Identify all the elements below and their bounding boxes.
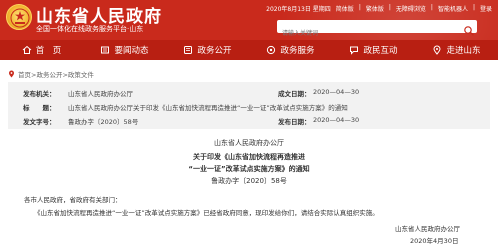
nav-label: 政民互动 [363, 46, 398, 56]
separator: | [430, 4, 433, 11]
doc-issuer: 山东省人民政府办公厅 [214, 139, 284, 147]
nav-label: 政务公开 [197, 46, 232, 56]
docno-label: 发文字号： [23, 118, 56, 126]
breadcrumb-text[interactable]: 首页>政务公开>政策文件 [18, 69, 94, 79]
location-icon [433, 45, 441, 55]
title-value: 山东省人民政府办公厅关于印发《山东省加快流程再造推进“一业一证”改革试点实施方案… [68, 104, 348, 112]
top-links: 2020年8月13日 星期四 简体版 | 繁体版 | 无障碍浏览 | 智能机器人… [266, 4, 492, 13]
separator: | [388, 4, 391, 11]
doc-title-line1: 关于印发《山东省加快流程再造推进 [193, 153, 305, 161]
nav-service[interactable]: 政务服务 [249, 40, 332, 60]
breadcrumb: 首页>政务公开>政策文件 [8, 69, 94, 79]
nav-label: 走进山东 [446, 46, 481, 56]
location-marker-icon [9, 70, 14, 78]
nav-public[interactable]: 政务公开 [166, 40, 249, 60]
national-emblem-icon [6, 4, 32, 30]
pubdate-label: 发布日期： [278, 118, 311, 126]
docno-value: 鲁政办字〔2020〕58号 [68, 118, 139, 126]
nav-label: 政务服务 [280, 46, 315, 56]
service-icon [267, 45, 276, 55]
doc-title-line2: “一业一证”改革试点实施方案》的通知 [188, 165, 310, 173]
nav-shandong[interactable]: 走进山东 [415, 40, 498, 60]
link-simplified[interactable]: 简体版 [336, 4, 354, 13]
nav-label: 要闻动态 [114, 46, 149, 56]
search-input[interactable] [277, 27, 457, 40]
doc-salutation: 各市人民政府，省政府有关部门： [24, 196, 122, 204]
site-subtitle: 全国一体化在线政务服务平台·山东 [36, 25, 144, 33]
document-info-table: 发布机关： 山东省人民政府办公厅 成文日期： 2020—04—30 标 题： 山… [8, 82, 490, 129]
doc-paragraph: 《山东省加快流程再造推进“一业一证”改革试点实施方案》已经省政府同意，现印发给你… [34, 209, 379, 217]
doc-sign-org: 山东省人民政府办公厅 [395, 225, 460, 233]
search-box [277, 20, 477, 40]
title-label: 标 题： [23, 104, 56, 112]
separator: | [358, 4, 361, 11]
nav-interaction[interactable]: 政民互动 [332, 40, 415, 60]
current-date: 2020年8月13日 星期四 [266, 6, 331, 13]
search-icon[interactable] [463, 21, 475, 36]
site-header: 山东省人民政府 全国一体化在线政务服务平台·山东 2020年8月13日 星期四 … [0, 0, 498, 40]
link-traditional[interactable]: 繁体版 [366, 4, 384, 13]
document-body: 山东省人民政府办公厅 关于印发《山东省加快流程再造推进 “一业一证”改革试点实施… [0, 134, 498, 244]
separator: | [472, 4, 475, 11]
home-icon [22, 45, 32, 54]
interaction-icon [350, 46, 359, 55]
link-robot[interactable]: 智能机器人 [438, 4, 468, 13]
issuer-label: 发布机关： [23, 90, 56, 98]
link-accessibility[interactable]: 无障碍浏览 [396, 4, 426, 13]
news-icon [101, 46, 110, 54]
nav-home[interactable]: 首 页 [0, 40, 83, 60]
date-value: 2020—04—30 [313, 88, 360, 96]
public-icon [184, 46, 193, 54]
date-label: 成文日期： [278, 90, 311, 98]
pubdate-value: 2020—04—30 [313, 116, 360, 124]
main-nav: 首 页 要闻动态 政务公开 政务服务 政民互动 走进山东 [0, 40, 498, 60]
nav-label: 首 页 [35, 46, 62, 56]
doc-number: 鲁政办字〔2020〕58号 [211, 177, 287, 185]
issuer-value: 山东省人民政府办公厅 [68, 90, 133, 98]
nav-news[interactable]: 要闻动态 [83, 40, 166, 60]
doc-sign-date: 2020年4月30日 [410, 237, 459, 244]
link-login[interactable]: 登录 [480, 4, 492, 13]
